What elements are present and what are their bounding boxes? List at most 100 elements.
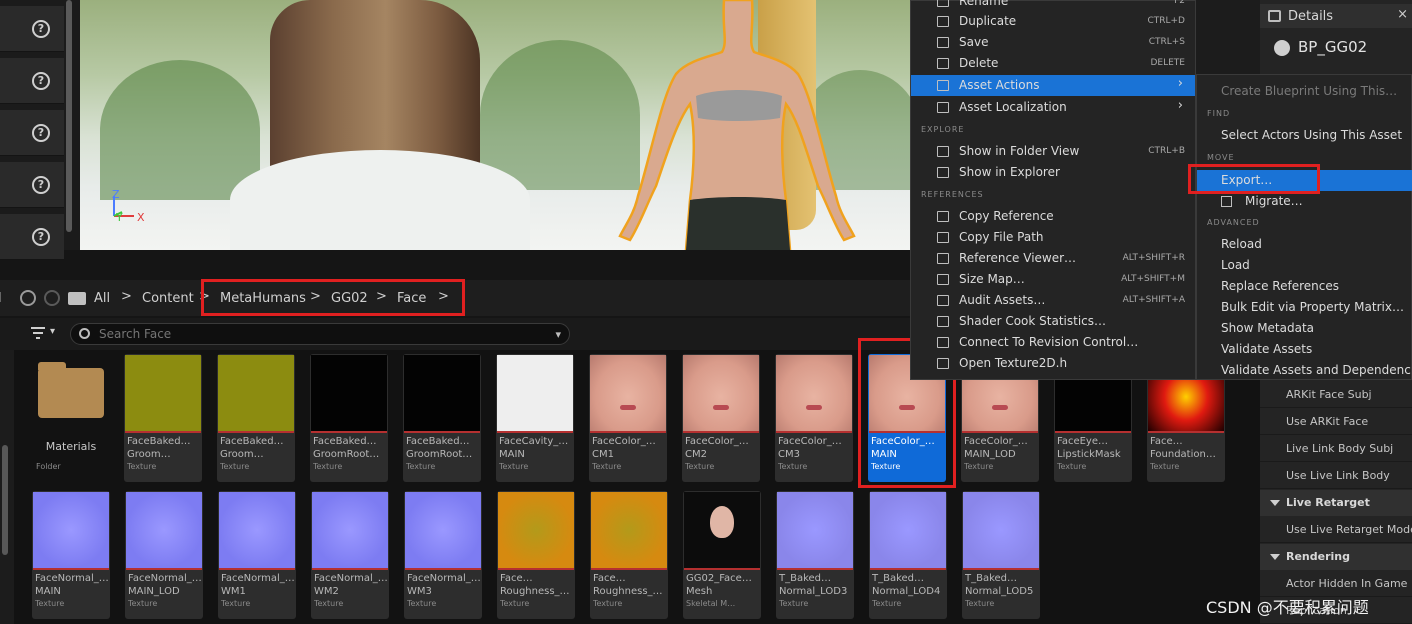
scrollbar[interactable]	[2, 445, 8, 555]
details-property-row[interactable]: Use Live Link Body	[1260, 463, 1412, 489]
menu-item[interactable]: Open Texture2D.h	[911, 353, 1195, 374]
asset-name-line2: Normal_LOD4	[872, 586, 941, 597]
chevron-down-icon[interactable]: ▾	[50, 326, 55, 337]
asset-tile[interactable]: FaceBaked… GroomRoot… Texture	[403, 354, 481, 482]
asset-thumbnail	[125, 355, 201, 431]
asset-tile[interactable]: FaceNormal_… WM3 Texture	[404, 491, 482, 619]
help-icon[interactable]: ?	[32, 228, 50, 246]
breadcrumb-content[interactable]: Content	[142, 291, 194, 306]
menu-item[interactable]: Validate Assets	[1197, 339, 1412, 360]
highlight-path-box	[201, 279, 465, 316]
asset-tile[interactable]: FaceNormal_… WM1 Texture	[218, 491, 296, 619]
asset-name-line1: FaceEye…	[1057, 436, 1109, 447]
details-section-header[interactable]: Live Retarget	[1260, 490, 1412, 516]
asset-type-strip	[405, 568, 481, 570]
menu-item-select-actors[interactable]: Select Actors Using This Asset	[1197, 125, 1412, 146]
asset-name-line2: LipstickMask	[1057, 449, 1121, 460]
menu-item[interactable]: Copy Reference	[911, 206, 1195, 227]
asset-tile[interactable]: FaceBaked… Groom… Texture	[217, 354, 295, 482]
forward-icon[interactable]	[44, 290, 60, 306]
menu-item[interactable]: Load	[1197, 255, 1412, 276]
details-title: BP_GG02	[1298, 38, 1368, 56]
details-property-row[interactable]: ARKit Face Subj	[1260, 382, 1412, 408]
asset-tile[interactable]: FaceColor_… CM3 Texture	[775, 354, 853, 482]
menu-item[interactable]: Replace References	[1197, 276, 1412, 297]
asset-name-line1: FaceColor_…	[685, 436, 749, 447]
menu-item[interactable]: Copy File Path	[911, 227, 1195, 248]
breadcrumb-all[interactable]: All	[94, 291, 110, 306]
search-icon	[79, 328, 90, 339]
menu-item[interactable]: Show Metadata	[1197, 318, 1412, 339]
help-icon[interactable]: ?	[32, 20, 50, 38]
menu-item[interactable]: Reference Viewer… ALT+SHIFT+R	[911, 248, 1195, 269]
help-icon[interactable]: ?	[32, 124, 50, 142]
details-section-header[interactable]: Rendering	[1260, 544, 1412, 570]
asset-tile[interactable]: T_Baked… Normal_LOD5 Texture	[962, 491, 1040, 619]
close-icon[interactable]: ×	[1397, 7, 1408, 22]
asset-tile[interactable]: FaceColor_… CM1 Texture	[589, 354, 667, 482]
asset-tile[interactable]: FaceBaked… GroomRoot… Texture	[310, 354, 388, 482]
asset-type: Texture	[1150, 462, 1180, 471]
asset-thumbnail	[870, 492, 946, 568]
menu-item[interactable]: Show in Explorer	[911, 162, 1195, 183]
head-mesh	[710, 506, 734, 538]
search-box[interactable]: ▾	[70, 323, 570, 345]
asset-tile[interactable]: Face… Roughness_… Texture	[497, 491, 575, 619]
details-property-row[interactable]: Use Live Retarget Mode	[1260, 517, 1412, 543]
chevron-down-icon[interactable]: ▾	[555, 328, 561, 341]
details-property-row[interactable]: Use ARKit Face	[1260, 409, 1412, 435]
menu-item[interactable]: Audit Assets… ALT+SHIFT+A	[911, 290, 1195, 311]
menu-item[interactable]: Asset Actions ›	[911, 75, 1195, 96]
menu-item-label: Save	[959, 35, 989, 49]
menu-item[interactable]: Delete DELETE	[911, 53, 1195, 74]
asset-type-strip	[591, 568, 667, 570]
asset-tile[interactable]: FaceNormal_… WM2 Texture	[311, 491, 389, 619]
asset-tile[interactable]: FaceNormal_… MAIN_LOD Texture	[125, 491, 203, 619]
menu-item-label: Size Map…	[959, 272, 1025, 286]
asset-tile[interactable]: GG02_Face… Mesh Skeletal M…	[683, 491, 761, 619]
asset-name-line2: WM3	[407, 586, 432, 597]
asset-name-line1: FaceNormal_…	[128, 573, 202, 584]
metahuman-character[interactable]	[616, 0, 912, 250]
search-input[interactable]	[99, 326, 539, 342]
asset-tile[interactable]: FaceBaked… Groom… Texture	[124, 354, 202, 482]
menu-item-label: Connect To Revision Control…	[959, 335, 1139, 349]
asset-type-strip	[1148, 431, 1224, 433]
details-property-row[interactable]: Live Link Body Subj	[1260, 436, 1412, 462]
menu-item[interactable]: Validate Assets and Dependencies	[1197, 360, 1412, 381]
menu-item[interactable]: Size Map… ALT+SHIFT+M	[911, 269, 1195, 290]
menu-item[interactable]: Shader Cook Statistics…	[911, 311, 1195, 332]
asset-tile[interactable]: T_Baked… Normal_LOD4 Texture	[869, 491, 947, 619]
asset-name-line2: Roughness_…	[500, 586, 570, 597]
details-row-label: Actor Hidden In Game	[1286, 577, 1408, 590]
menu-item[interactable]: Reload	[1197, 234, 1412, 255]
asset-tile[interactable]: FaceNormal_… MAIN Texture	[32, 491, 110, 619]
asset-tile[interactable]: FaceCavity_… MAIN Texture	[496, 354, 574, 482]
menu-item-label: Shader Cook Statistics…	[959, 314, 1107, 328]
asset-name-line2: GroomRoot…	[406, 449, 473, 460]
menu-item-migrate[interactable]: Migrate…	[1197, 191, 1412, 212]
back-icon[interactable]	[20, 290, 36, 306]
menu-item[interactable]: Asset Localization ›	[911, 97, 1195, 118]
asset-type: Texture	[964, 462, 994, 471]
menu-item[interactable]: Save CTRL+S	[911, 32, 1195, 53]
menu-item[interactable]: Bulk Edit via Property Matrix…	[1197, 297, 1412, 318]
folder-tile-materials[interactable]: Materials Folder	[32, 354, 110, 482]
asset-tile[interactable]: Face… Roughness_… Texture	[590, 491, 668, 619]
menu-item-label: Copy File Path	[959, 230, 1044, 244]
level-viewport[interactable]: Z Y X	[80, 0, 912, 250]
menu-item[interactable]: Duplicate CTRL+D	[911, 11, 1195, 32]
menu-item-icon	[937, 167, 949, 178]
asset-tile[interactable]: T_Baked… Normal_LOD3 Texture	[776, 491, 854, 619]
menu-item[interactable]: Connect To Revision Control…	[911, 332, 1195, 353]
filter-icon[interactable]	[30, 326, 46, 340]
menu-item-label: Show Metadata	[1221, 321, 1315, 335]
details-tab[interactable]: Details ×	[1260, 4, 1412, 28]
menu-item-label: Reload	[1221, 237, 1262, 251]
help-icon[interactable]: ?	[32, 72, 50, 90]
menu-item[interactable]: Show in Folder View CTRL+B	[911, 141, 1195, 162]
left-panel-scrollbar[interactable]	[66, 0, 72, 232]
asset-type: Texture	[872, 599, 902, 608]
help-icon[interactable]: ?	[32, 176, 50, 194]
asset-tile[interactable]: FaceColor_… CM2 Texture	[682, 354, 760, 482]
